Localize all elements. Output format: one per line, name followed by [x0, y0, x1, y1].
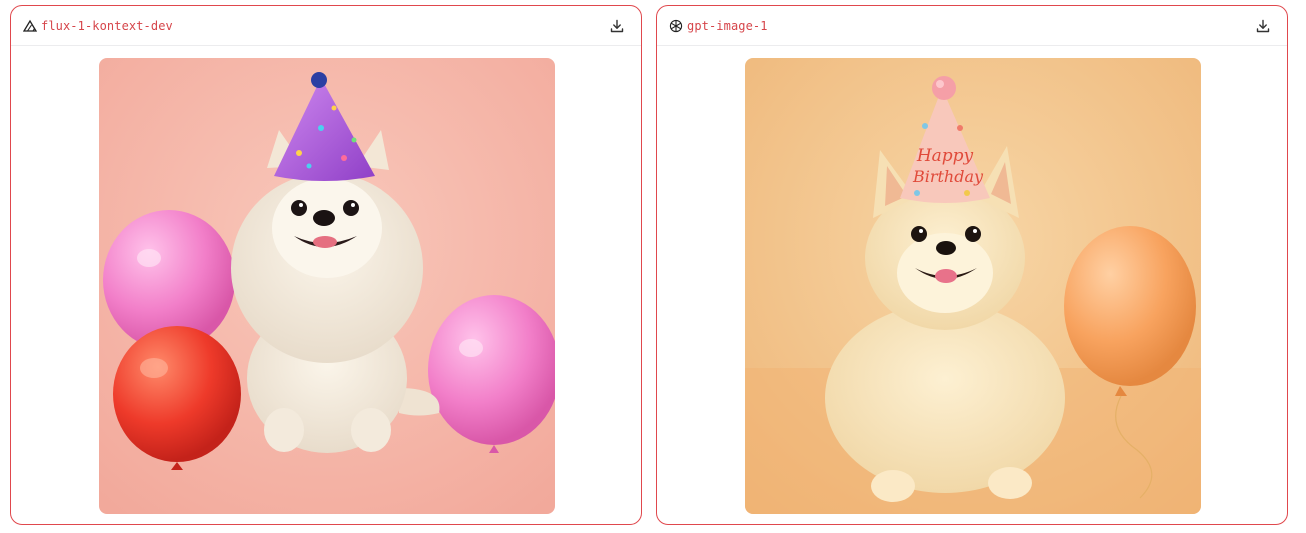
- generated-image[interactable]: [99, 58, 555, 514]
- hat-text-line1: Happy: [916, 146, 974, 166]
- download-icon[interactable]: [605, 14, 629, 38]
- card-header: gpt-image-1: [657, 6, 1287, 46]
- model-name: gpt-image-1: [687, 18, 768, 33]
- model-result-card-flux: flux-1-kontext-dev: [10, 5, 642, 525]
- model-name: flux-1-kontext-dev: [41, 18, 173, 33]
- hat-text-line2: Birthday: [912, 167, 984, 186]
- flux-triangle-icon: [23, 19, 37, 33]
- generated-image[interactable]: Happy Birthday: [745, 58, 1201, 514]
- card-header: flux-1-kontext-dev: [11, 6, 641, 46]
- model-result-card-gpt: gpt-image-1 Happy Birthday: [656, 5, 1288, 525]
- download-icon[interactable]: [1251, 14, 1275, 38]
- openai-logo-icon: [669, 19, 683, 33]
